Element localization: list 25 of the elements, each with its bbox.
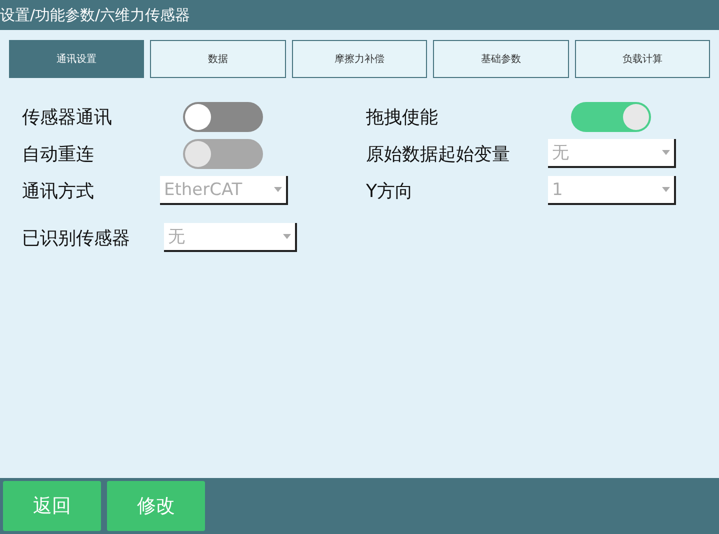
toggle-switch[interactable] [571,102,651,132]
field-label: 拖拽使能 [366,106,439,128]
action-button[interactable]: 修改 [107,481,205,531]
field-label: Y方向 [366,180,414,202]
caret-icon [283,234,291,239]
field-label: 通讯方式 [22,180,95,202]
field-label: 已识别传感器 [22,226,131,250]
tab[interactable]: 摩擦力补偿 [292,40,428,78]
tab[interactable]: 基础参数 [433,40,569,78]
action-button[interactable]: 返回 [3,481,101,531]
caret-icon [662,150,670,155]
toggle-switch[interactable] [183,102,263,132]
field-label: 传感器通讯 [22,106,113,128]
tab[interactable]: 通讯设置 [9,40,144,78]
caret-icon [662,187,670,192]
window-title: 设置/功能参数/六维力传感器 [0,6,190,24]
dropdown[interactable]: 1 [548,176,676,205]
dropdown[interactable]: EtherCAT [160,176,288,205]
caret-icon [274,187,282,192]
tab[interactable]: 数据 [150,40,286,78]
dropdown[interactable]: 无 [164,223,297,252]
field-label: 原始数据起始变量 [366,142,511,166]
field-label: 自动重连 [22,142,95,166]
dropdown[interactable]: 无 [548,139,676,168]
tab[interactable]: 负载计算 [574,40,710,78]
